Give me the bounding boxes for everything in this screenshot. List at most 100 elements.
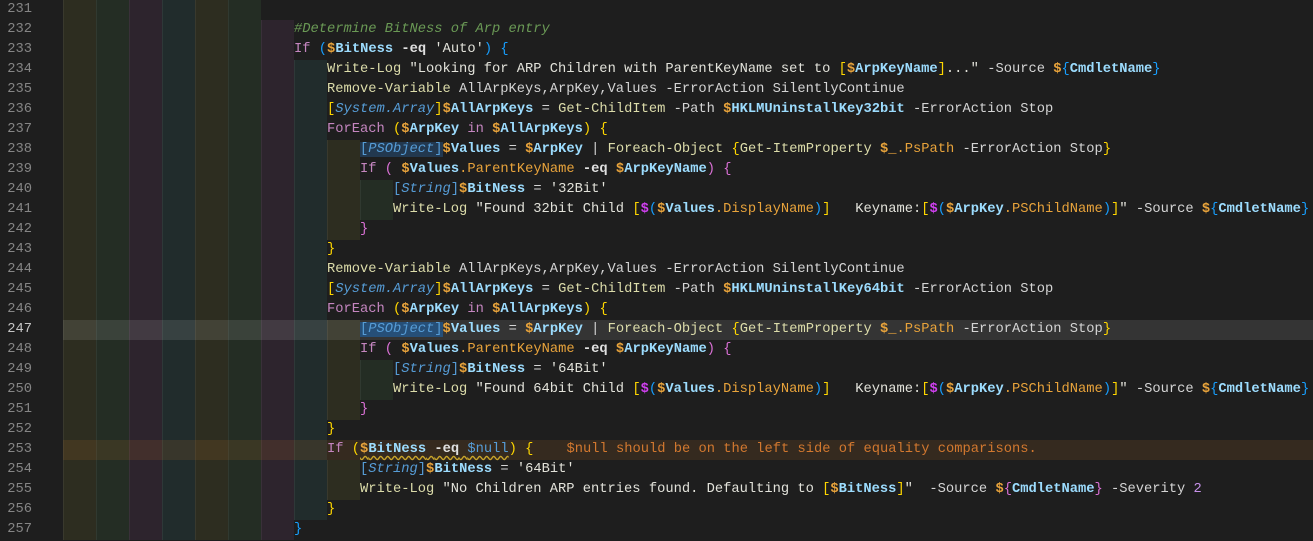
code-token: ] <box>417 462 427 477</box>
indent-guide <box>162 60 195 80</box>
code-text[interactable]: Remove-Variable AllArpKeys,ArpKey,Values… <box>327 260 905 280</box>
code-token: String <box>401 362 451 377</box>
code-text[interactable]: #Determine BitNess of Arp entry <box>294 20 550 40</box>
code-text[interactable]: Write-Log "Looking for ARP Children with… <box>327 60 1161 80</box>
code-text[interactable]: Write-Log "Found 32bit Child [$($Values.… <box>393 200 1309 220</box>
code-line[interactable]: 246 ForEach ($ArpKey in $AllArpKeys) { <box>0 300 1313 320</box>
indent-guide <box>63 220 96 240</box>
indent-guide <box>129 360 162 380</box>
indent-guide <box>228 180 261 200</box>
code-line[interactable]: 236 [System.Array]$AllArpKeys = Get-Child… <box>0 100 1313 120</box>
code-token: { <box>731 142 740 157</box>
code-line[interactable]: 233 If ($BitNess -eq 'Auto') { <box>0 40 1313 60</box>
code-token: in <box>467 302 484 317</box>
inline-warning-message: $null should be on the left side of equa… <box>533 442 1037 457</box>
code-token: $ <box>1201 202 1211 217</box>
code-line[interactable]: 249 [String]$BitNess = '64Bit' <box>0 360 1313 380</box>
code-editor[interactable]: 231 232 #Determine BitNess of Arp entry 233… <box>0 0 1313 541</box>
code-line[interactable]: 231 <box>0 0 1313 20</box>
code-text[interactable]: [System.Array]$AllArpKeys = Get-ChildIte… <box>327 280 1053 300</box>
code-text[interactable]: If ( $Values.ParentKeyName -eq $ArpKeyNa… <box>360 160 732 180</box>
code-text[interactable]: [String]$BitNess = '64Bit' <box>360 460 575 480</box>
indent-guide <box>129 320 162 340</box>
indent-guide <box>96 60 129 80</box>
code-token: Keyname: <box>830 202 922 217</box>
code-text[interactable]: [String]$BitNess = '64Bit' <box>393 360 608 380</box>
code-line[interactable]: 234 Write-Log "Looking for ARP Children w… <box>0 60 1313 80</box>
code-line[interactable]: 252} <box>0 420 1313 440</box>
code-line[interactable]: 245 [System.Array]$AllArpKeys = Get-Child… <box>0 280 1313 300</box>
code-line[interactable]: 235 Remove-Variable AllArpKeys,ArpKey,Val… <box>0 80 1313 100</box>
indent-guide <box>96 300 129 320</box>
code-token: BitNess <box>335 42 394 57</box>
code-line[interactable]: 253 If ($BitNess -eq $null) { $null shoul… <box>0 440 1313 460</box>
code-text[interactable]: ForEach ($ArpKey in $AllArpKeys) { <box>327 300 608 320</box>
code-text[interactable]: [System.Array]$AllArpKeys = Get-ChildIte… <box>327 100 1053 120</box>
code-line[interactable]: 243} <box>0 240 1313 260</box>
code-text[interactable]: } <box>327 500 335 520</box>
code-text[interactable]: If ( $Values.ParentKeyName -eq $ArpKeyNa… <box>360 340 732 360</box>
code-line[interactable]: 241 Write-Log "Found 32bit Child [$($Valu… <box>0 200 1313 220</box>
line-number: 238 <box>7 142 32 157</box>
indent-guide <box>96 220 129 240</box>
code-text[interactable]: } <box>327 240 335 260</box>
code-token: ) <box>483 42 493 57</box>
code-line[interactable]: 240 [String]$BitNess = '32Bit' <box>0 180 1313 200</box>
code-token: Get-ChildItem <box>558 282 666 297</box>
indent-guide <box>129 380 162 400</box>
indent-guide <box>63 340 96 360</box>
code-token: } <box>1300 382 1310 397</box>
code-line[interactable]: 251} <box>0 400 1313 420</box>
code-line[interactable]: 255 Write-Log "No Children ARP entries fo… <box>0 480 1313 500</box>
indent-guide <box>327 340 360 360</box>
code-line[interactable]: 237 ForEach ($ArpKey in $AllArpKeys) { <box>0 120 1313 140</box>
code-text[interactable]: } <box>327 420 335 440</box>
code-line[interactable]: 238 [PSObject]$Values = $ArpKey | Foreach… <box>0 140 1313 160</box>
indent-guide <box>327 460 360 480</box>
indent-guide <box>228 240 261 260</box>
code-line[interactable]: 250 Write-Log "Found 64bit Child [$($Valu… <box>0 380 1313 400</box>
indent-guide <box>195 200 228 220</box>
indent-guide <box>63 360 96 380</box>
indent-guide <box>261 160 294 180</box>
code-text[interactable]: If ($BitNess -eq 'Auto') { <box>294 40 509 60</box>
code-text[interactable]: If ($BitNess -eq $null) { $null should b… <box>327 440 1037 460</box>
code-line[interactable]: 247 [PSObject]$Values = $ArpKey | Foreach… <box>0 320 1313 340</box>
indent-guide <box>63 300 96 320</box>
indent-guide <box>96 460 129 480</box>
code-line[interactable]: 244 Remove-Variable AllArpKeys,ArpKey,Val… <box>0 260 1313 280</box>
code-token: -eq <box>434 442 460 457</box>
code-text[interactable]: Write-Log "No Children ARP entries found… <box>360 480 1202 500</box>
code-text[interactable]: } <box>360 400 368 420</box>
code-token: If <box>360 162 377 177</box>
indent-guide <box>96 280 129 300</box>
code-token: ( <box>384 342 394 357</box>
code-text[interactable]: [String]$BitNess = '32Bit' <box>393 180 608 200</box>
indent-guide <box>294 360 327 380</box>
code-line[interactable]: 257} <box>0 520 1313 540</box>
code-text[interactable]: Remove-Variable AllArpKeys,ArpKey,Values… <box>327 80 905 100</box>
indent-guide <box>129 340 162 360</box>
indent-guide <box>63 420 96 440</box>
code-text[interactable]: ForEach ($ArpKey in $AllArpKeys) { <box>327 120 608 140</box>
code-text[interactable]: [PSObject]$Values = $ArpKey | Foreach-Ob… <box>360 140 1111 160</box>
code-token: BitNess <box>838 482 897 497</box>
code-text[interactable]: } <box>360 220 368 240</box>
line-number: 240 <box>7 182 32 197</box>
code-text[interactable]: Write-Log "Found 64bit Child [$($Values.… <box>393 380 1309 400</box>
code-token: ArpKeyName <box>855 62 938 77</box>
code-line[interactable]: 248 If ( $Values.ParentKeyName -eq $ArpKe… <box>0 340 1313 360</box>
code-text[interactable]: } <box>294 520 302 540</box>
indent-guide <box>195 500 228 520</box>
code-line[interactable]: 232 #Determine BitNess of Arp entry <box>0 20 1313 40</box>
code-token: ] <box>450 362 460 377</box>
indent-guide <box>162 520 195 540</box>
code-line[interactable]: 239 If ( $Values.ParentKeyName -eq $ArpKe… <box>0 160 1313 180</box>
code-text[interactable]: [PSObject]$Values = $ArpKey | Foreach-Ob… <box>360 320 1111 340</box>
code-line[interactable]: 254 [String]$BitNess = '64Bit' <box>0 460 1313 480</box>
code-line[interactable]: 242} <box>0 220 1313 240</box>
code-line[interactable]: 256} <box>0 500 1313 520</box>
